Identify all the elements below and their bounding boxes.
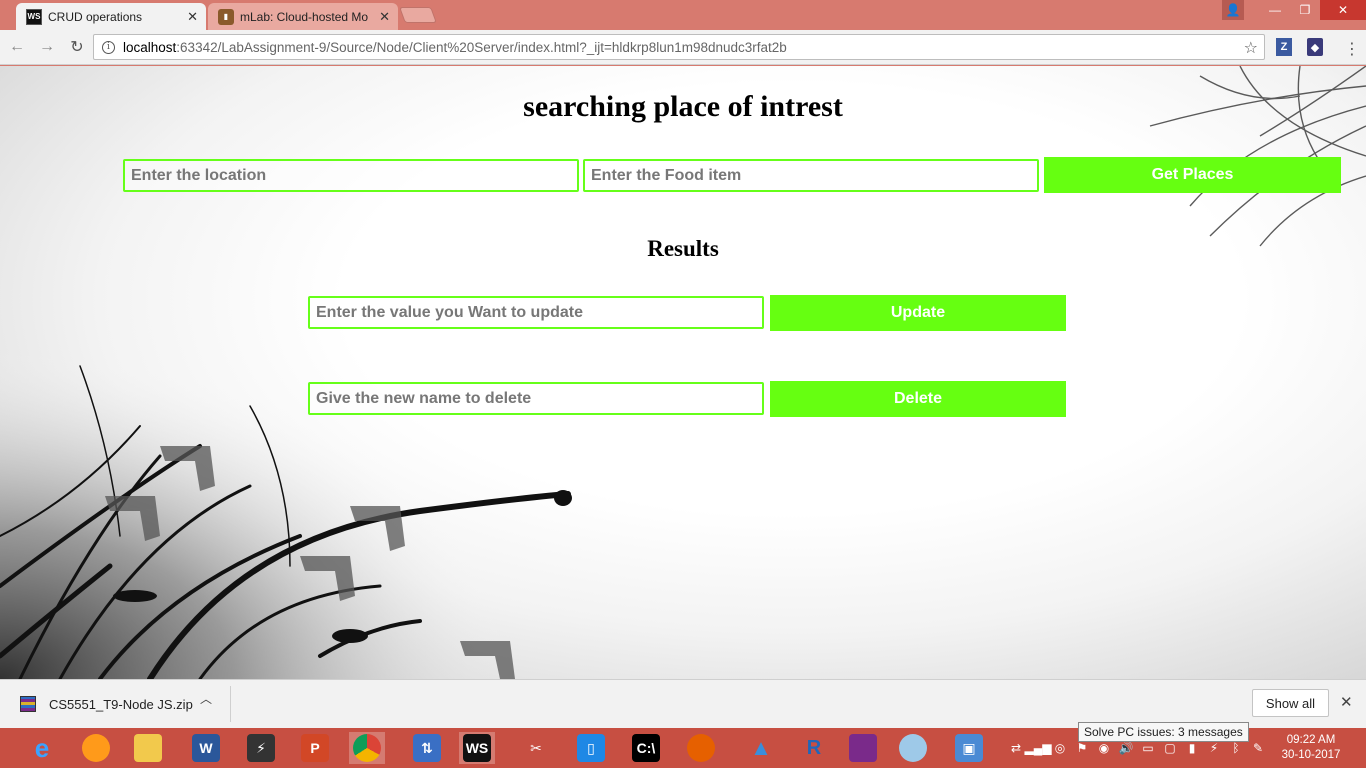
firefox-icon[interactable] [683, 732, 719, 764]
restore-button[interactable]: ❐ [1290, 0, 1320, 20]
snipping-tool-icon[interactable]: ✂ [518, 732, 554, 764]
download-item[interactable]: CS5551_T9-Node JS.zip [0, 686, 231, 722]
url-host: localhost [123, 39, 177, 55]
food-item-input[interactable] [583, 159, 1039, 192]
back-icon[interactable]: ← [4, 34, 30, 60]
file-explorer-icon[interactable] [130, 732, 166, 764]
delete-name-input[interactable] [308, 382, 764, 415]
tab-crud-operations[interactable]: WS CRUD operations ✕ [16, 3, 206, 30]
page-viewport: searching place of intrest Get Places Re… [0, 66, 1366, 679]
internet-explorer-icon[interactable]: e [24, 732, 60, 764]
word-icon[interactable]: W [188, 732, 224, 764]
reload-icon[interactable]: ↻ [64, 34, 90, 60]
network-app-icon[interactable]: ⇅ [409, 732, 445, 764]
bookmark-star-icon[interactable]: ☆ [1244, 38, 1258, 58]
forward-icon[interactable]: → [34, 34, 60, 60]
delete-button[interactable]: Delete [770, 381, 1066, 417]
results-heading: Results [647, 236, 719, 261]
window-close-button[interactable]: ✕ [1320, 0, 1366, 20]
title-bar: WS CRUD operations ✕ ▮ mLab: Cloud-hoste… [0, 0, 1366, 30]
new-tab-button[interactable] [399, 7, 437, 23]
command-prompt-icon[interactable]: C:\ [628, 732, 664, 764]
page-title: searching place of intrest [523, 90, 843, 123]
powerpoint-icon[interactable]: P [297, 732, 333, 764]
notes-icon[interactable]: ✎ [1247, 728, 1269, 768]
update-value-input[interactable] [308, 296, 764, 329]
tab-mlab[interactable]: ▮ mLab: Cloud-hosted Mo ✕ [208, 3, 398, 30]
close-icon[interactable]: ✕ [1340, 693, 1353, 711]
photos-icon[interactable]: ▣ [951, 732, 987, 764]
close-icon[interactable]: ✕ [379, 9, 390, 25]
url-path: :63342/LabAssignment-9/Source/Node/Clien… [176, 39, 787, 55]
tab-title: mLab: Cloud-hosted Mo [240, 9, 369, 24]
menu-icon[interactable]: ⋮ [1344, 39, 1360, 59]
clock-time: 09:22 AM [1286, 734, 1336, 746]
mlab-favicon-icon: ▮ [218, 8, 234, 25]
winrar-icon[interactable] [845, 732, 881, 764]
app-icon[interactable]: ▯ [573, 732, 609, 764]
clock-date: 30-10-2017 [1281, 749, 1341, 761]
notification-tooltip: Solve PC issues: 3 messages [1078, 722, 1249, 742]
chevron-up-icon[interactable]: ︿ [200, 690, 212, 707]
browser-toolbar: ← → ↻ i localhost:63342/LabAssignment-9/… [0, 30, 1366, 65]
user-icon[interactable]: 👤 [1222, 0, 1244, 20]
winrar-archive-icon [20, 696, 36, 712]
minimize-button[interactable]: — [1260, 0, 1290, 20]
clock[interactable]: 09:22 AM 30-10-2017 [1276, 733, 1346, 763]
shark-app-icon[interactable]: ▲ [743, 732, 779, 764]
show-all-button[interactable]: Show all [1252, 689, 1329, 717]
extension-icon[interactable]: ◆ [1307, 38, 1323, 56]
get-places-button[interactable]: Get Places [1044, 157, 1341, 193]
window-controls: 👤 — ❐ ✕ [1222, 0, 1366, 20]
location-input[interactable] [123, 159, 579, 192]
webstorm-favicon-icon: WS [26, 8, 42, 25]
download-file-name: CS5551_T9-Node JS.zip [49, 696, 193, 712]
signal-icon[interactable]: ▂▄▆ [1025, 728, 1052, 768]
webstorm-icon[interactable]: WS [459, 732, 495, 764]
close-icon[interactable]: ✕ [187, 9, 198, 25]
zotero-extension-icon[interactable]: Z [1276, 38, 1292, 56]
tab-title: CRUD operations [48, 9, 143, 24]
tool-app-icon[interactable]: ⚡ [243, 732, 279, 764]
chrome-icon[interactable] [349, 732, 385, 764]
orange-app-icon[interactable] [78, 732, 114, 764]
info-icon[interactable]: i [102, 40, 115, 54]
download-bar: CS5551_T9-Node JS.zip ︿ Show all ✕ [0, 679, 1366, 728]
antivirus-icon[interactable]: ◎ [1049, 728, 1071, 768]
update-button[interactable]: Update [770, 295, 1066, 331]
address-bar[interactable]: i localhost:63342/LabAssignment-9/Source… [93, 34, 1265, 60]
r-language-icon[interactable]: R [796, 732, 832, 764]
paint-icon[interactable] [895, 732, 931, 764]
